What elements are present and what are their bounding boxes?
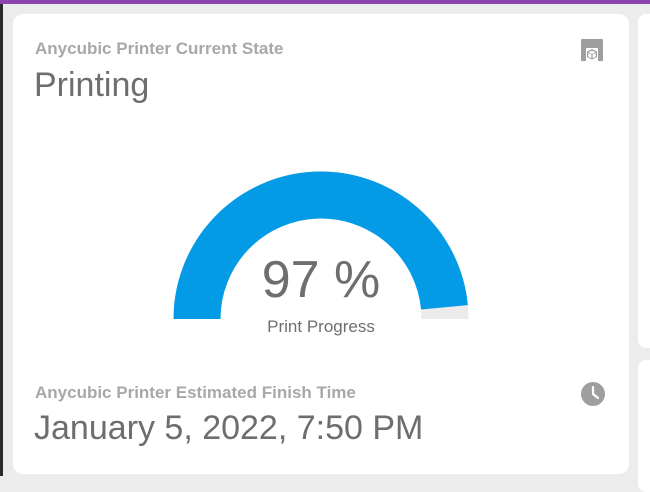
progress-caption: Print Progress: [267, 317, 375, 336]
clock-icon[interactable]: [579, 380, 607, 408]
adjacent-card-bottom: [638, 360, 650, 492]
current-state-value[interactable]: Printing: [34, 66, 149, 105]
top-accent-bar: [0, 0, 650, 4]
finish-time-label: Anycubic Printer Estimated Finish Time: [35, 383, 356, 402]
printer-status-card: Anycubic Printer Current State Printing …: [13, 14, 629, 474]
finish-time-value[interactable]: January 5, 2022, 7:50 PM: [34, 409, 423, 448]
left-panel-edge: [0, 4, 3, 476]
progress-value: 97 %: [261, 251, 381, 309]
printer-3d-icon[interactable]: [578, 36, 606, 64]
adjacent-card-top: [638, 14, 650, 348]
current-state-label: Anycubic Printer Current State: [35, 39, 284, 58]
